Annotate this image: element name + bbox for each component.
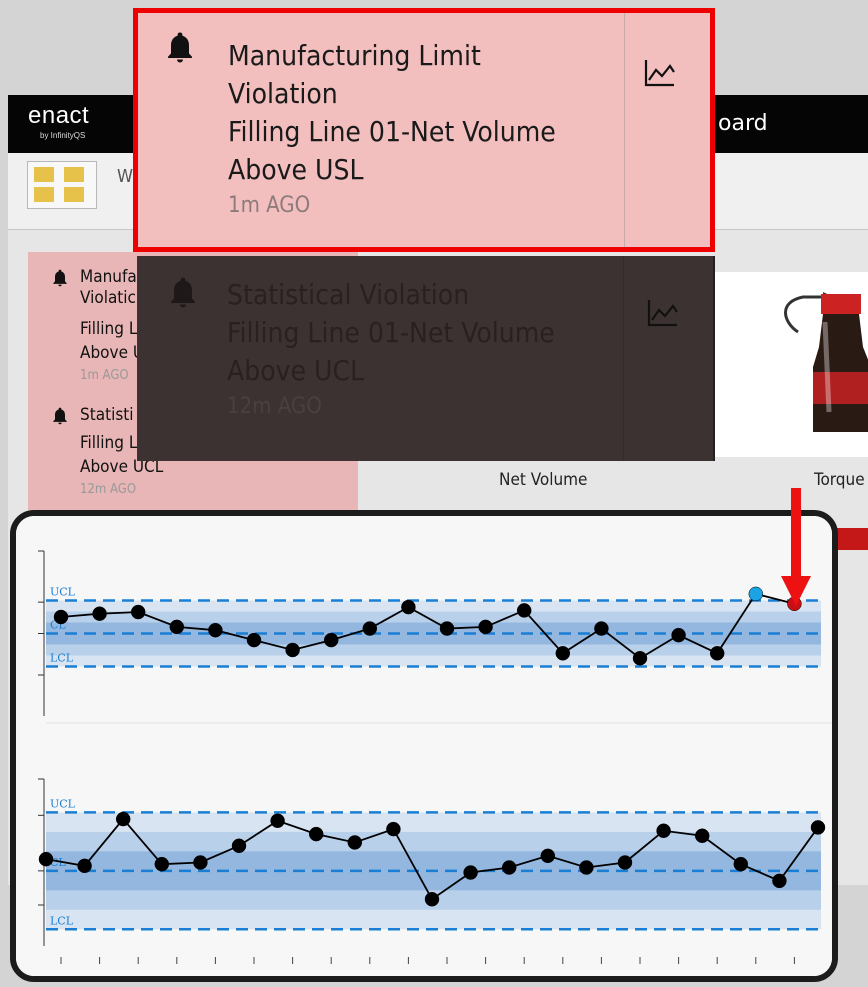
individuals-limit-label: LCL: [50, 652, 74, 665]
bell-icon: [53, 407, 67, 425]
alert-detail: Above UCL: [227, 354, 365, 387]
alert-timestamp: 12m AGO: [227, 394, 322, 419]
individuals-data-point: [439, 621, 455, 636]
moving-range-data-point: [308, 826, 324, 842]
moving-range-data-point: [386, 821, 401, 837]
moving-range-data-point: [193, 855, 208, 870]
bell-icon: [53, 269, 67, 287]
individuals-data-point: [362, 621, 378, 636]
alert-title: Statistical Violation: [227, 278, 470, 311]
workspace-icon[interactable]: [27, 161, 97, 209]
bell-icon: [171, 277, 195, 308]
moving-range-limit-label: LCL: [50, 914, 74, 927]
individuals-data-point: [92, 606, 107, 621]
alert-detail: Above USL: [228, 153, 364, 186]
moving-range-data-point: [231, 838, 247, 854]
chart-icon[interactable]: [646, 298, 680, 328]
individuals-limit-label: UCL: [50, 586, 76, 599]
individuals-data-point: [632, 651, 648, 666]
control-chart[interactable]: UCLCLLCLUCLCLLCL: [16, 516, 832, 976]
individuals-data-point: [709, 646, 725, 661]
divider: [624, 13, 625, 247]
individuals-data-point: [478, 619, 493, 635]
moving-range-data-point: [772, 873, 787, 889]
moving-range-data-point: [347, 835, 363, 850]
chart-icon[interactable]: [643, 58, 677, 88]
divider: [623, 256, 624, 461]
individuals-data-point: [169, 619, 185, 635]
moving-range-data-point: [579, 860, 594, 875]
tile-label-net-volume: Net Volume: [499, 470, 588, 490]
alert-title: Manufacturing Limit: [228, 39, 481, 72]
individuals-data-point: [285, 642, 300, 658]
page-title: oard: [718, 111, 768, 136]
bell-icon: [168, 32, 192, 63]
bottle-image: [784, 292, 868, 432]
individuals-data-point: [594, 621, 609, 636]
alert-card-statistical-violation[interactable]: Statistical Violation Filling Line 01-Ne…: [137, 256, 715, 461]
moving-range-data-point: [424, 891, 440, 907]
individuals-data-point: [671, 627, 686, 643]
moving-range-data-point: [77, 858, 92, 874]
alert-detail: Filling Line 01-Net Volume: [228, 115, 556, 148]
individuals-data-point: [555, 646, 571, 661]
alert-detail: Filling Line 01-Net Volume: [227, 316, 555, 349]
torque-tile-image[interactable]: [713, 272, 868, 457]
individuals-data-point: [208, 622, 223, 638]
moving-range-data-point: [540, 848, 556, 864]
individuals-data-point: [323, 632, 339, 648]
enact-logo[interactable]: enact by InfinityQS: [28, 103, 89, 141]
callout-arrow-icon: [781, 488, 811, 606]
moving-range-data-point: [270, 813, 285, 828]
alert-card-manufacturing-limit-violation[interactable]: Manufacturing Limit Violation Filling Li…: [133, 8, 715, 252]
individuals-data-point: [53, 609, 69, 625]
individuals-data-point: [246, 632, 262, 648]
individuals-data-point: [401, 599, 416, 615]
moving-range-data-point: [733, 856, 749, 872]
workspace-label: W: [117, 166, 134, 187]
moving-range-data-point: [154, 856, 170, 872]
alert-title: Violation: [228, 77, 338, 110]
individuals-data-point: [748, 586, 764, 602]
moving-range-data-point: [501, 860, 517, 875]
individuals-data-point: [516, 603, 532, 618]
individuals-data-point: [130, 604, 146, 620]
alert-timestamp: 1m AGO: [228, 193, 311, 218]
moving-range-data-point: [656, 823, 671, 839]
control-chart-panel[interactable]: UCL CL LCL UCL CL LCL: [10, 510, 838, 982]
moving-range-data-point: [810, 820, 826, 835]
tile-label-torque: Torque: [814, 470, 865, 490]
moving-range-data-point: [694, 828, 710, 844]
moving-range-data-point: [617, 855, 633, 870]
moving-range-data-point: [463, 865, 478, 880]
moving-range-data-point: [38, 851, 54, 867]
moving-range-limit-label: UCL: [50, 797, 76, 810]
moving-range-data-point: [115, 811, 131, 827]
